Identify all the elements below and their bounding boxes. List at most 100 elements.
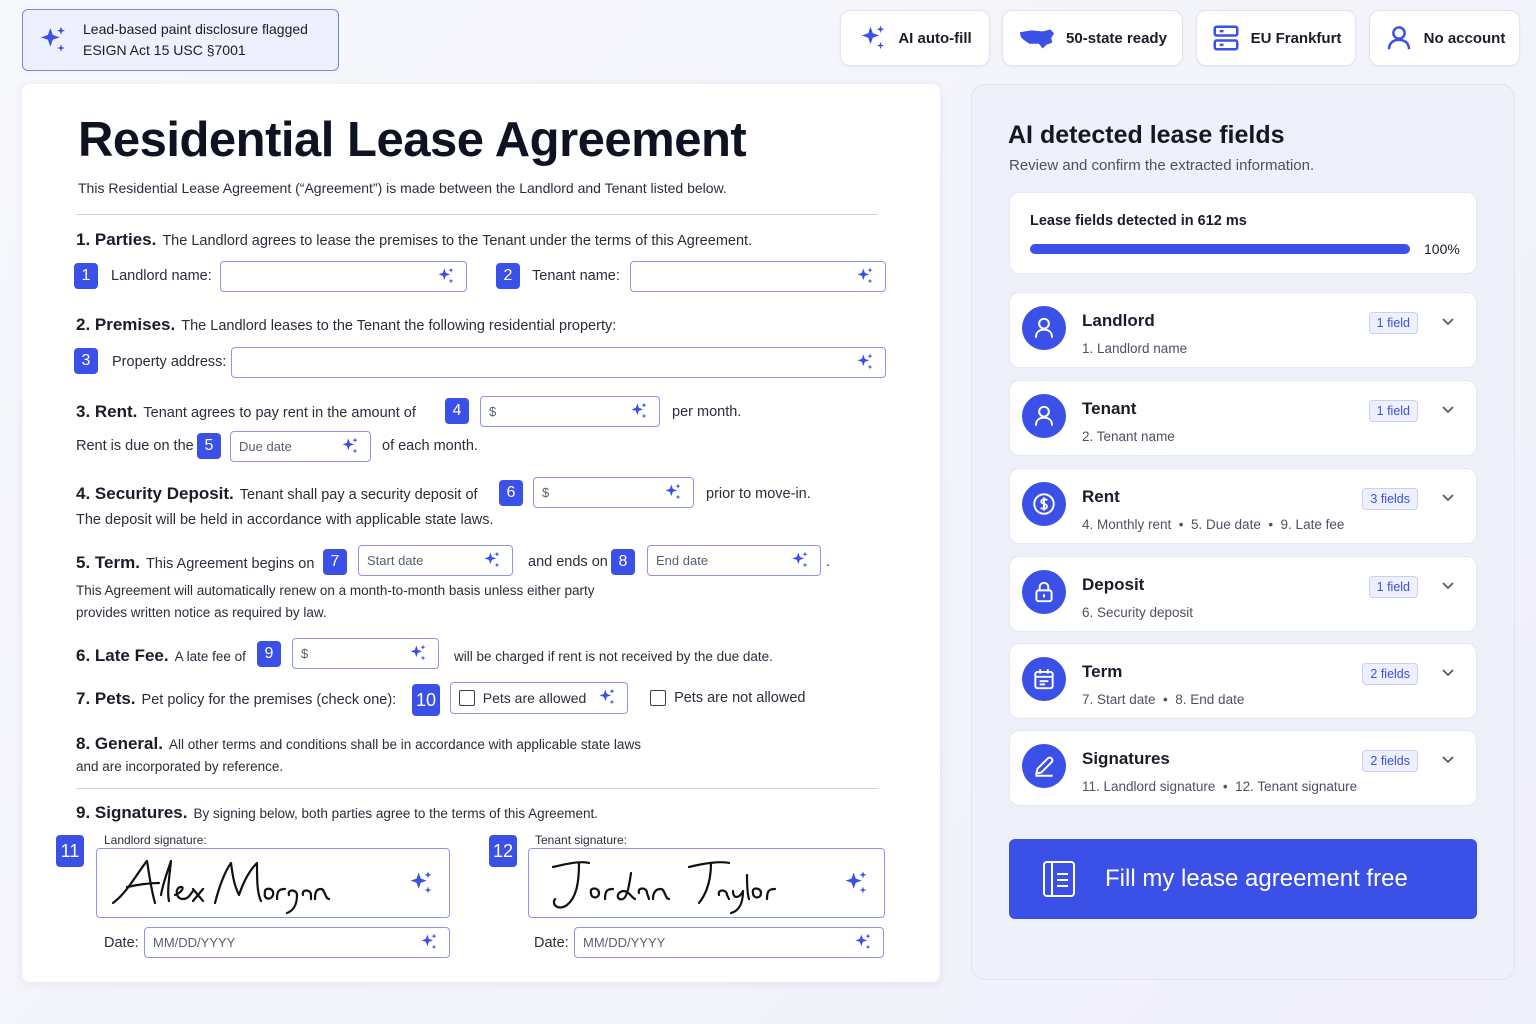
section-heading: 2. Premises. (76, 315, 176, 334)
section-heading: 4. Security Deposit. (76, 484, 234, 503)
landlord-name-label: Landlord name: (111, 268, 212, 284)
field-group-term[interactable]: Term 7. Start date • 8. End date 2 field… (1009, 643, 1477, 719)
landlord-date-label: Date: (104, 935, 139, 951)
sparkle-icon (855, 266, 875, 286)
field-group-name: Rent (1082, 487, 1120, 506)
pets-allowed-checkbox[interactable] (459, 690, 475, 706)
dollar-icon (1022, 482, 1066, 526)
field-group-signatures[interactable]: Signatures 11. Landlord signature • 12. … (1009, 730, 1477, 806)
divider (76, 788, 878, 789)
prior-move-in-text: prior to move-in. (706, 486, 811, 502)
sparkle-icon (482, 550, 502, 570)
property-address-label: Property address: (112, 354, 227, 370)
chevron-down-icon[interactable] (1440, 751, 1456, 767)
pets-not-allowed-option[interactable]: Pets are not allowed (650, 690, 805, 707)
user-icon (1022, 394, 1066, 438)
field-group-rent[interactable]: Rent 4. Monthly rent • 5. Due date • 9. … (1009, 468, 1477, 544)
field-group-landlord[interactable]: Landlord 1. Landlord name 1 field (1009, 292, 1477, 368)
ai-autofill-pill[interactable]: AI auto-fill (840, 10, 990, 66)
chevron-down-icon[interactable] (1440, 313, 1456, 329)
due-date-field[interactable]: Due date (230, 431, 371, 462)
field-number: 5 (197, 433, 221, 459)
tenant-date-field[interactable]: MM/DD/YYYY (574, 927, 884, 958)
fill-lease-button[interactable]: Fill my lease agreement free (1009, 839, 1477, 919)
sparkle-icon (855, 352, 875, 372)
eu-frankfurt-pill[interactable]: EU Frankfurt (1196, 10, 1356, 66)
doc-intro: This Residential Lease Agreement (“Agree… (78, 180, 727, 196)
section-premises: 2. Premises. The Landlord leases to the T… (76, 315, 617, 334)
pets-not-allowed-checkbox[interactable] (650, 690, 666, 707)
field-number: 9 (257, 641, 281, 667)
section-term: 5. Term. This Agreement begins on (76, 553, 315, 572)
field-number: 1 (74, 263, 98, 289)
chevron-down-icon[interactable] (1440, 401, 1456, 417)
fifty-state-pill[interactable]: 50-state ready (1002, 10, 1183, 66)
section-heading: 7. Pets. (76, 689, 136, 708)
property-address-field[interactable] (231, 347, 886, 378)
each-month-text: of each month. (382, 438, 478, 454)
landlord-signature-image (111, 859, 331, 915)
section-signatures: 9. Signatures. By signing below, both par… (76, 803, 598, 822)
field-number: 3 (74, 348, 98, 374)
field-group-deposit[interactable]: Deposit 6. Security deposit 1 field (1009, 556, 1477, 632)
field-group-fields: 1. Landlord name (1082, 341, 1188, 356)
landlord-date-field[interactable]: MM/DD/YYYY (144, 927, 450, 958)
pen-icon (1022, 744, 1066, 788)
ai-fields-panel: AI detected lease fields Review and conf… (971, 84, 1515, 980)
tenant-signature-field[interactable] (528, 848, 885, 918)
end-date-field[interactable]: End date (647, 545, 821, 576)
page-title: Residential Lease Agreement (78, 113, 747, 167)
cta-label: Fill my lease agreement free (1105, 865, 1408, 892)
tenant-name-field[interactable] (630, 261, 886, 292)
deposit-note: The deposit will be held in accordance w… (76, 512, 494, 528)
lease-document: Residential Lease Agreement This Residen… (22, 84, 940, 982)
field-group-name: Deposit (1082, 575, 1145, 594)
late-fee-field[interactable]: $ (292, 638, 439, 669)
landlord-name-field[interactable] (220, 261, 467, 292)
section-rent: 3. Rent. Tenant agrees to pay rent in the… (76, 402, 416, 421)
pill-label: No account (1423, 29, 1506, 47)
field-number: 4 (445, 398, 469, 424)
field-group-tenant[interactable]: Tenant 2. Tenant name 1 field (1009, 380, 1477, 456)
field-count-badge: 1 field (1368, 312, 1418, 334)
field-count-badge: 2 fields (1362, 663, 1418, 685)
section-heading: 9. Signatures. (76, 803, 188, 822)
panel-title: AI detected lease fields (1008, 121, 1285, 149)
divider (76, 214, 878, 215)
term-note-1: This Agreement will automatically renew … (76, 583, 595, 598)
late-fee-text: will be charged if rent is not received … (454, 649, 773, 664)
field-number: 10 (412, 684, 440, 716)
field-count-badge: 1 field (1368, 576, 1418, 598)
section-heading: 6. Late Fee. (76, 646, 169, 665)
no-account-pill[interactable]: No account (1369, 10, 1520, 66)
sparkle-icon (407, 869, 435, 897)
tenant-signature-image (551, 861, 777, 915)
ends-on-text: and ends on (528, 554, 608, 570)
progress-percent: 100% (1424, 241, 1460, 257)
notice-line-1: Lead-based paint disclosure flagged (83, 21, 308, 37)
field-count-badge: 3 fields (1362, 488, 1418, 510)
field-number: 7 (323, 549, 347, 575)
chevron-down-icon[interactable] (1440, 577, 1456, 593)
start-date-field[interactable]: Start date (358, 545, 513, 576)
chevron-down-icon[interactable] (1440, 664, 1456, 680)
lock-icon (1022, 570, 1066, 614)
pill-label: 50-state ready (1066, 29, 1167, 47)
field-count-badge: 1 field (1368, 400, 1418, 422)
notice-line-2: ESIGN Act 15 USC §7001 (83, 42, 246, 58)
sparkle-icon (37, 24, 69, 56)
chevron-down-icon[interactable] (1440, 489, 1456, 505)
server-icon (1211, 23, 1241, 53)
field-number: 8 (611, 549, 635, 575)
pets-allowed-option[interactable]: Pets are allowed (450, 682, 628, 714)
field-group-fields: 6. Security deposit (1082, 605, 1194, 620)
field-group-name: Signatures (1082, 749, 1170, 768)
field-group-fields: 4. Monthly rent • 5. Due date • 9. Late … (1082, 517, 1345, 532)
landlord-signature-field[interactable] (96, 848, 450, 918)
section-late-fee: 6. Late Fee. A late fee of (76, 646, 246, 665)
rent-due-text: Rent is due on the (76, 438, 194, 454)
security-deposit-field[interactable]: $ (533, 477, 694, 508)
monthly-rent-field[interactable]: $ (480, 396, 660, 427)
field-number: 2 (496, 263, 520, 289)
usa-map-icon (1018, 23, 1056, 53)
